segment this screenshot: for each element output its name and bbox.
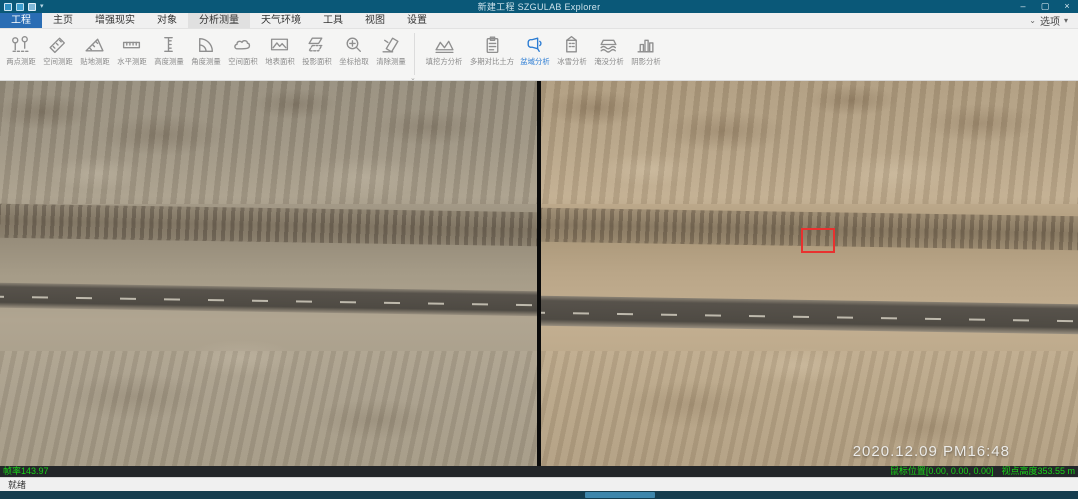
aerial-panel-left[interactable] — [0, 81, 537, 466]
dirt-track — [0, 204, 537, 247]
status-right-group: 鼠标位置[0.00, 0.00, 0.00] 视点高度353.55 m — [890, 466, 1075, 477]
two-point-distance-icon — [10, 34, 31, 55]
toolbar-basin-analysis[interactable]: 盆域分析 — [516, 32, 553, 67]
clear-measure-icon — [380, 34, 401, 55]
toolbar-snow-analysis[interactable]: 冰雪分析 — [553, 32, 590, 67]
menu-objects[interactable]: 对象 — [146, 13, 188, 28]
ribbon-toolbar: 两点测距 空间测距 贴地测距 水平测距 高度测量 角度测量 空间面积 地表面积 — [0, 29, 1078, 81]
application-window: ▾ 新建工程 SZGULAB Explorer – ▢ × 工程 主页 增强现实… — [0, 0, 1078, 499]
options-dropdown[interactable]: ⌄ 选项 ▾ — [1029, 13, 1078, 28]
angle-measure-icon — [195, 34, 216, 55]
toolbar-ground-distance[interactable]: 贴地测距 — [76, 32, 113, 67]
render-status-strip: 帧率143.97 鼠标位置[0.00, 0.00, 0.00] 视点高度353.… — [0, 466, 1078, 477]
sand-texture — [0, 351, 537, 467]
status-bar: 就绪 — [0, 477, 1078, 491]
snow-analysis-icon — [561, 34, 582, 55]
options-label: 选项 — [1040, 13, 1060, 28]
menu-tools[interactable]: 工具 — [312, 13, 354, 28]
multi-period-compare-icon — [482, 34, 503, 55]
ready-label: 就绪 — [8, 478, 26, 491]
flood-analysis-icon — [598, 34, 619, 55]
toolbar-angle-measure[interactable]: 角度测量 — [187, 32, 224, 67]
menu-settings[interactable]: 设置 — [396, 13, 438, 28]
shadow-analysis-icon — [635, 34, 656, 55]
view-height-readout: 视点高度353.55 m — [1001, 466, 1075, 477]
height-measure-icon — [158, 34, 179, 55]
toolbar-two-point-distance[interactable]: 两点测距 — [2, 32, 39, 67]
menu-weather-environment[interactable]: 天气环境 — [250, 13, 312, 28]
toolbar-multi-period-compare[interactable]: 多期对比土方 — [468, 32, 516, 67]
window-title: 新建工程 SZGULAB Explorer — [0, 0, 1078, 13]
aerial-panel-right[interactable]: 2020.12.09 PM16:48 — [541, 81, 1078, 466]
coordinate-pick-icon — [343, 34, 364, 55]
toolbar-cut-fill-analysis[interactable]: 填挖方分析 — [420, 32, 468, 67]
menu-home[interactable]: 主页 — [42, 13, 84, 28]
map-viewport: 2020.12.09 PM16:48 — [0, 81, 1078, 466]
asphalt-road — [541, 296, 1078, 335]
menu-bar: 工程 主页 增强现实 对象 分析测量 天气环境 工具 视图 设置 ⌄ 选项 ▾ — [0, 13, 1078, 29]
toolbar-height-measure[interactable]: 高度测量 — [150, 32, 187, 67]
toolbar-flood-analysis[interactable]: 淹没分析 — [590, 32, 627, 67]
options-caret-icon: ▾ — [1064, 16, 1068, 25]
mouse-position-readout: 鼠标位置[0.00, 0.00, 0.00] — [890, 466, 994, 477]
horizontal-distance-icon — [121, 34, 142, 55]
chevron-down-icon: ⌄ — [1029, 16, 1036, 25]
toolbar-space-area[interactable]: 空间面积 — [224, 32, 261, 67]
space-area-icon — [232, 34, 253, 55]
surface-area-icon — [269, 34, 290, 55]
timestamp-overlay: 2020.12.09 PM16:48 — [853, 443, 1010, 460]
toolbar-shadow-analysis[interactable]: 阴影分析 — [627, 32, 664, 67]
toolbar-coordinate-pick[interactable]: 坐标拾取 — [335, 32, 372, 67]
basin-analysis-icon — [524, 34, 545, 55]
projection-area-icon — [306, 34, 327, 55]
toolbar-projection-area[interactable]: 投影面积 — [298, 32, 335, 67]
toolbar-space-distance[interactable]: 空间测距 — [39, 32, 76, 67]
toolbar-clear-measure[interactable]: 清除测量 — [372, 32, 409, 67]
menu-analysis-measure[interactable]: 分析测量 — [188, 13, 250, 28]
cut-fill-analysis-icon — [434, 34, 455, 55]
fps-readout: 帧率143.97 — [3, 466, 49, 477]
scrollbar-thumb[interactable] — [585, 492, 655, 498]
ground-distance-icon — [84, 34, 105, 55]
toolbar-surface-area[interactable]: 地表面积 — [261, 32, 298, 67]
toolbar-separator: ⌄ — [414, 33, 415, 75]
menu-project[interactable]: 工程 — [0, 13, 42, 28]
menu-view[interactable]: 视图 — [354, 13, 396, 28]
space-distance-icon — [47, 34, 68, 55]
menu-augmented-reality[interactable]: 增强现实 — [84, 13, 146, 28]
dune-texture — [541, 81, 1078, 204]
toolbar-horizontal-distance[interactable]: 水平测距 — [113, 32, 150, 67]
asphalt-road — [0, 283, 537, 317]
target-annotation-box[interactable] — [801, 228, 835, 253]
horizontal-scrollbar[interactable] — [0, 491, 1078, 499]
dune-texture — [0, 81, 537, 204]
title-bar: ▾ 新建工程 SZGULAB Explorer – ▢ × — [0, 0, 1078, 13]
